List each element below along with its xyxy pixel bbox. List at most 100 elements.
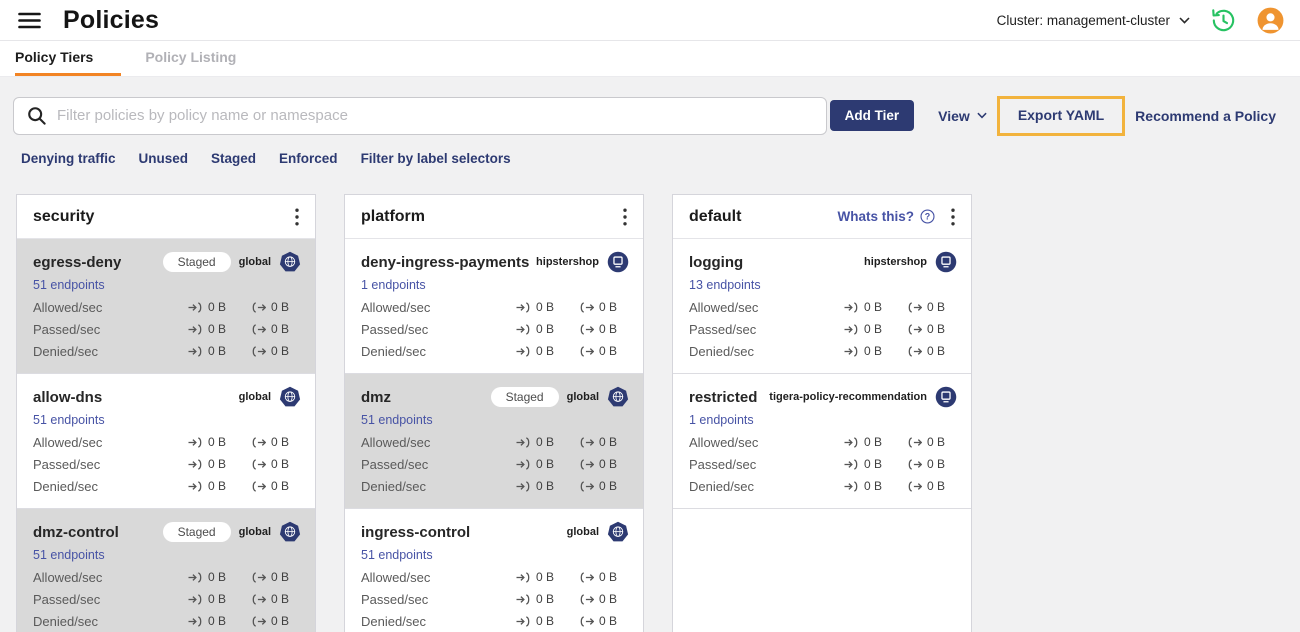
egress-traffic-icon bbox=[579, 480, 594, 492]
ingress-traffic-icon bbox=[844, 436, 859, 448]
ingress-traffic-icon bbox=[516, 436, 531, 448]
egress-value: 0 B bbox=[927, 457, 946, 471]
egress-traffic-icon bbox=[579, 458, 594, 470]
egress-traffic-icon bbox=[251, 323, 266, 335]
ingress-value: 0 B bbox=[208, 592, 227, 606]
metric-label: Denied/sec bbox=[33, 478, 99, 494]
metric-row-allowed-sec: Allowed/sec 0 B 0 B bbox=[33, 431, 301, 453]
endpoints-link[interactable]: 51 endpoints bbox=[33, 278, 105, 292]
ingress-traffic-icon bbox=[188, 323, 203, 335]
policy-card-restricted[interactable]: restricted tigera-policy-recommendation … bbox=[673, 374, 971, 509]
endpoints-link[interactable]: 1 endpoints bbox=[361, 278, 426, 292]
global-scope-icon bbox=[279, 386, 301, 408]
search-box[interactable] bbox=[13, 96, 827, 135]
metric-row-allowed-sec: Allowed/sec 0 B 0 B bbox=[689, 296, 957, 318]
tier-menu-button[interactable] bbox=[289, 206, 305, 228]
policy-card-allow-dns[interactable]: allow-dns global 51 endpoints Allowed/se… bbox=[17, 374, 315, 509]
endpoints-link[interactable]: 51 endpoints bbox=[33, 548, 105, 562]
egress-traffic-icon bbox=[251, 345, 266, 357]
policy-filter-input[interactable] bbox=[57, 107, 814, 124]
tier-column-default: default Whats this? ? logging hipstersho… bbox=[672, 194, 972, 632]
ingress-value: 0 B bbox=[864, 435, 883, 449]
tier-name: platform bbox=[361, 207, 425, 225]
tier-menu-button[interactable] bbox=[617, 206, 633, 228]
endpoints-link[interactable]: 1 endpoints bbox=[689, 413, 754, 427]
namespace-scope-icon bbox=[607, 251, 629, 273]
metric-row-passed-sec: Passed/sec 0 B 0 B bbox=[689, 453, 957, 475]
tab-policy-listing[interactable]: Policy Listing bbox=[143, 41, 238, 76]
policy-card-list: logging hipstershop 13 endpoints Allowed… bbox=[673, 239, 971, 509]
top-bar: Policies Cluster: management-cluster bbox=[0, 0, 1300, 40]
policy-card-ingress-control[interactable]: ingress-control global 51 endpoints Allo… bbox=[345, 509, 643, 632]
add-tier-button[interactable]: Add Tier bbox=[829, 100, 915, 131]
quick-filter-unused[interactable]: Unused bbox=[139, 151, 189, 171]
policy-card-dmz-control[interactable]: dmz-control Staged global 51 endpoints A… bbox=[17, 509, 315, 632]
whats-this-link[interactable]: Whats this? ? bbox=[838, 209, 936, 224]
search-icon bbox=[28, 107, 46, 125]
egress-traffic-icon bbox=[907, 458, 922, 470]
global-scope-icon bbox=[607, 521, 629, 543]
egress-value: 0 B bbox=[599, 344, 618, 358]
metric-row-denied-sec: Denied/sec 0 B 0 B bbox=[33, 340, 301, 362]
history-icon[interactable] bbox=[1210, 7, 1237, 34]
policy-name: deny-ingress-paymentservi... bbox=[361, 253, 530, 271]
egress-traffic-icon bbox=[251, 436, 266, 448]
policy-name: dmz bbox=[361, 388, 391, 406]
metric-row-denied-sec: Denied/sec 0 B 0 B bbox=[689, 340, 957, 362]
view-dropdown[interactable]: View bbox=[938, 108, 987, 124]
tier-column-security: security egress-deny Staged global 51 en… bbox=[16, 194, 316, 632]
hamburger-menu-icon[interactable] bbox=[16, 10, 43, 31]
ingress-value: 0 B bbox=[864, 344, 883, 358]
egress-value: 0 B bbox=[599, 322, 618, 336]
egress-traffic-icon bbox=[579, 323, 594, 335]
quick-filter-filter-by-label-selectors[interactable]: Filter by label selectors bbox=[361, 151, 511, 171]
metric-label: Denied/sec bbox=[33, 343, 99, 359]
export-yaml-button[interactable]: Export YAML bbox=[1018, 107, 1104, 123]
policy-card-dmz[interactable]: dmz Staged global 51 endpoints Allowed/s… bbox=[345, 374, 643, 509]
endpoints-link[interactable]: 13 endpoints bbox=[689, 278, 761, 292]
metric-row-denied-sec: Denied/sec 0 B 0 B bbox=[361, 610, 629, 632]
tab-policy-tiers[interactable]: Policy Tiers bbox=[15, 41, 122, 76]
global-scope-icon bbox=[279, 251, 301, 273]
metric-row-allowed-sec: Allowed/sec 0 B 0 B bbox=[33, 296, 301, 318]
recommend-policy-button[interactable]: Recommend a Policy bbox=[1135, 108, 1276, 124]
metric-row-passed-sec: Passed/sec 0 B 0 B bbox=[33, 318, 301, 340]
ingress-traffic-icon bbox=[516, 571, 531, 583]
egress-traffic-icon bbox=[579, 345, 594, 357]
endpoints-link[interactable]: 51 endpoints bbox=[33, 413, 105, 427]
egress-traffic-icon bbox=[907, 323, 922, 335]
quick-filter-staged[interactable]: Staged bbox=[211, 151, 256, 171]
user-avatar-icon[interactable] bbox=[1257, 7, 1284, 34]
egress-value: 0 B bbox=[271, 435, 290, 449]
ingress-traffic-icon bbox=[516, 593, 531, 605]
egress-value: 0 B bbox=[927, 479, 946, 493]
egress-value: 0 B bbox=[599, 479, 618, 493]
endpoints-link[interactable]: 51 endpoints bbox=[361, 413, 433, 427]
metric-label: Allowed/sec bbox=[33, 569, 103, 585]
namespace-scope-icon bbox=[935, 386, 957, 408]
policy-card-deny-ingress-paymentservi[interactable]: deny-ingress-paymentservi... hipstershop… bbox=[345, 239, 643, 374]
metric-label: Allowed/sec bbox=[361, 299, 431, 315]
policy-card-logging[interactable]: logging hipstershop 13 endpoints Allowed… bbox=[673, 239, 971, 374]
policy-scope-label: hipstershop bbox=[864, 256, 927, 268]
endpoints-link[interactable]: 51 endpoints bbox=[361, 548, 433, 562]
policy-card-list: egress-deny Staged global 51 endpoints A… bbox=[17, 239, 315, 632]
policy-scope-label: global bbox=[238, 256, 271, 268]
ingress-value: 0 B bbox=[208, 570, 227, 584]
policy-card-egress-deny[interactable]: egress-deny Staged global 51 endpoints A… bbox=[17, 239, 315, 374]
egress-traffic-icon bbox=[907, 436, 922, 448]
egress-value: 0 B bbox=[599, 592, 618, 606]
cluster-selector[interactable]: Cluster: management-cluster bbox=[997, 13, 1190, 28]
metric-row-denied-sec: Denied/sec 0 B 0 B bbox=[361, 340, 629, 362]
policy-name: allow-dns bbox=[33, 388, 103, 406]
metric-row-passed-sec: Passed/sec 0 B 0 B bbox=[689, 318, 957, 340]
tier-menu-button[interactable] bbox=[945, 206, 961, 228]
ingress-value: 0 B bbox=[208, 344, 227, 358]
metric-label: Allowed/sec bbox=[361, 569, 431, 585]
question-circle-icon: ? bbox=[920, 209, 935, 224]
quick-filter-denying-traffic[interactable]: Denying traffic bbox=[21, 151, 116, 171]
egress-value: 0 B bbox=[271, 479, 290, 493]
policy-scope-label: tigera-policy-recommendation bbox=[769, 391, 927, 403]
tier-columns: security egress-deny Staged global 51 en… bbox=[0, 194, 1300, 632]
quick-filter-enforced[interactable]: Enforced bbox=[279, 151, 338, 171]
